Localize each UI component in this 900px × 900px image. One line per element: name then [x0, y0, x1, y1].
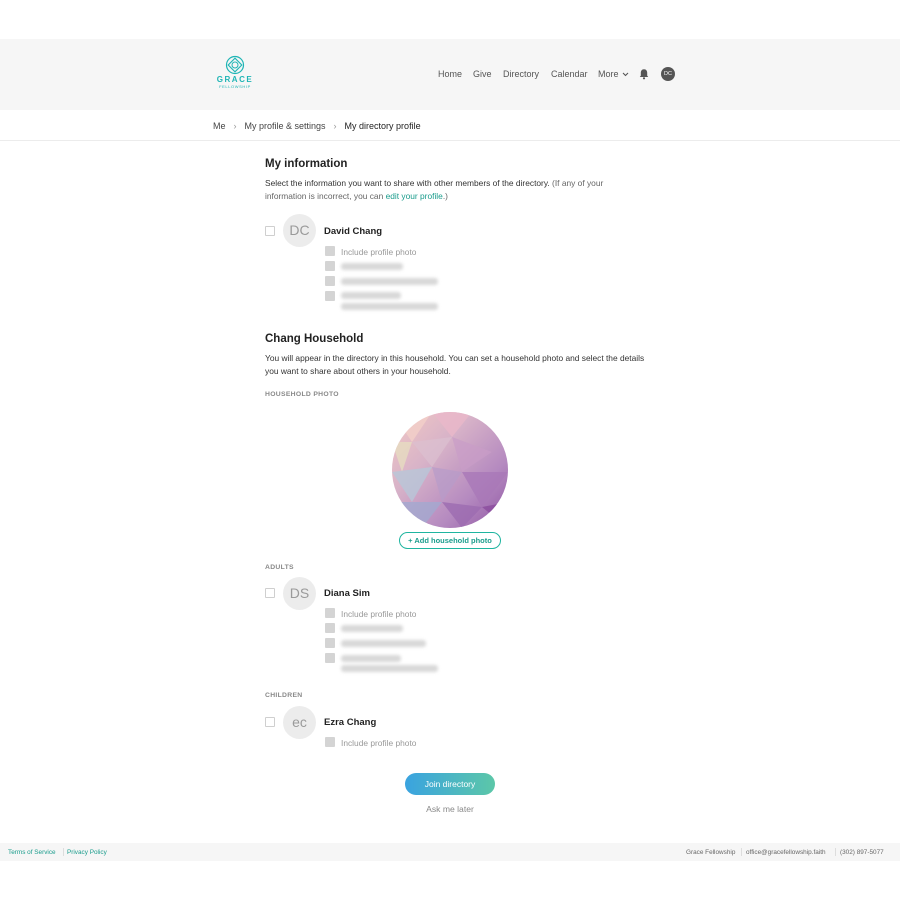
footer: Terms of Service Privacy Policy Grace Fe… — [0, 843, 900, 861]
include-photo-checkbox[interactable] — [325, 737, 335, 747]
person-name: Ezra Chang — [324, 717, 377, 728]
nav-directory[interactable]: Directory — [503, 69, 539, 79]
include-photo-checkbox[interactable] — [325, 246, 335, 256]
breadcrumb-profile-settings[interactable]: My profile & settings — [245, 121, 326, 131]
blurred-address-line1 — [341, 292, 401, 299]
my-info-description: Select the information you want to share… — [265, 177, 645, 203]
nav-calendar[interactable]: Calendar — [551, 69, 588, 79]
nav-more[interactable]: More — [598, 69, 629, 79]
divider — [741, 848, 742, 856]
breadcrumb: Me › My profile & settings › My director… — [213, 121, 421, 131]
chevron-down-icon — [622, 72, 628, 76]
privacy-link[interactable]: Privacy Policy — [67, 849, 107, 856]
edit-profile-link[interactable]: edit your profile — [386, 191, 443, 201]
phone-checkbox[interactable] — [325, 623, 335, 633]
blurred-email — [341, 278, 438, 285]
select-david-checkbox[interactable] — [265, 226, 275, 236]
blurred-phone — [341, 625, 403, 632]
brand-subtitle: FELLOWSHIP — [219, 83, 251, 89]
chevron-right-icon: › — [233, 121, 237, 131]
footer-email[interactable]: office@gracefellowship.faith — [746, 849, 826, 856]
blurred-address-line2 — [341, 665, 438, 672]
address-checkbox[interactable] — [325, 653, 335, 663]
my-info-desc-text: Select the information you want to share… — [265, 178, 550, 188]
select-ezra-checkbox[interactable] — [265, 717, 275, 727]
footer-org: Grace Fellowship — [686, 849, 736, 856]
add-household-photo-button[interactable]: + Add household photo — [399, 532, 501, 549]
divider — [0, 140, 900, 141]
include-photo-label: Include profile photo — [341, 738, 417, 748]
blurred-address-line2 — [341, 303, 438, 310]
nav-home[interactable]: Home — [438, 69, 462, 79]
top-header: GRACE FELLOWSHIP Home Give Directory Cal… — [0, 39, 900, 110]
phone-checkbox[interactable] — [325, 261, 335, 271]
logo-mark-icon — [225, 55, 245, 75]
household-description: You will appear in the directory in this… — [265, 353, 645, 376]
avatar: DC — [283, 214, 316, 247]
avatar: DS — [283, 577, 316, 610]
terms-link[interactable]: Terms of Service — [8, 849, 56, 856]
chevron-right-icon: › — [333, 121, 337, 131]
nav-give[interactable]: Give — [473, 69, 492, 79]
divider — [835, 848, 836, 856]
join-directory-button[interactable]: Join directory — [405, 773, 495, 795]
ask-me-later-link[interactable]: Ask me later — [400, 804, 500, 814]
breadcrumb-me[interactable]: Me — [213, 121, 226, 131]
blurred-phone — [341, 263, 403, 270]
person-name: Diana Sim — [324, 588, 370, 599]
adults-label: ADULTS — [265, 564, 294, 571]
include-photo-checkbox[interactable] — [325, 608, 335, 618]
include-photo-label: Include profile photo — [341, 609, 417, 619]
person-name: David Chang — [324, 226, 383, 237]
blurred-address-line1 — [341, 655, 401, 662]
user-avatar[interactable]: DC — [661, 67, 675, 81]
select-diana-checkbox[interactable] — [265, 588, 275, 598]
nav-more-label: More — [598, 69, 619, 79]
divider — [63, 848, 64, 856]
address-checkbox[interactable] — [325, 291, 335, 301]
household-title: Chang Household — [265, 333, 364, 345]
children-label: CHILDREN — [265, 692, 303, 699]
my-info-title: My information — [265, 158, 348, 170]
blurred-email — [341, 640, 426, 647]
brand-logo[interactable]: GRACE FELLOWSHIP — [214, 55, 256, 91]
my-info-desc-end: .) — [442, 191, 448, 201]
email-checkbox[interactable] — [325, 276, 335, 286]
include-photo-label: Include profile photo — [341, 247, 417, 257]
bell-icon[interactable] — [638, 68, 650, 80]
email-checkbox[interactable] — [325, 638, 335, 648]
footer-phone: (302) 897-5077 — [840, 849, 884, 856]
household-photo-label: HOUSEHOLD PHOTO — [265, 391, 339, 398]
breadcrumb-current: My directory profile — [344, 121, 421, 131]
avatar: ec — [283, 706, 316, 739]
household-photo — [392, 412, 508, 528]
